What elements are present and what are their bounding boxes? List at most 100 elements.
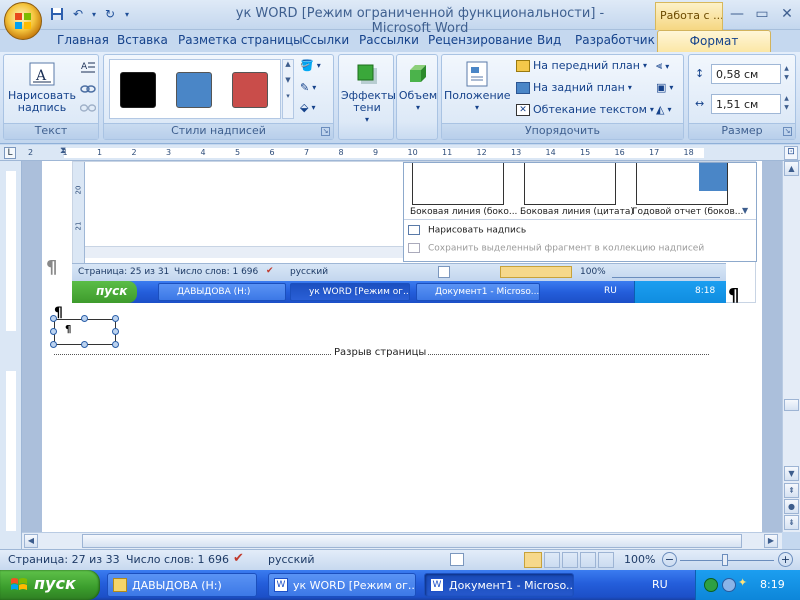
minimize-icon[interactable]: — [725, 3, 749, 25]
scroll-up-icon[interactable]: ▲ [784, 161, 799, 176]
tray-icon-3[interactable]: ✦ [738, 576, 747, 589]
tab-review[interactable]: Рецензирование [428, 33, 533, 52]
horizontal-scrollbar[interactable]: ◀ ▶ [22, 532, 782, 549]
width-field[interactable]: 1,51 см [711, 94, 781, 114]
tray-icon-1[interactable] [704, 578, 718, 592]
resize-handle[interactable] [81, 341, 88, 348]
horizontal-ruler[interactable]: L ⧗ ⊡ 2 1 1 2 3 4 5 6 7 8 9 10 11 12 13 14 15 16 17 18 [0, 145, 800, 161]
vertical-ruler[interactable] [0, 161, 22, 549]
style-swatch-black[interactable] [120, 72, 156, 108]
scroll-right-icon[interactable]: ▶ [764, 534, 778, 548]
chevron-down-icon[interactable]: ▾ [90, 5, 98, 23]
align-icon[interactable]: ⫷ ▾ [656, 59, 669, 73]
tray-icon-2[interactable] [722, 578, 736, 592]
text-wrapping-button[interactable]: ✕ Обтекание текстом ▾ [516, 103, 654, 116]
style-swatch-red[interactable] [232, 72, 268, 108]
browse-object-icon[interactable]: ● [784, 499, 799, 514]
status-page[interactable]: Страница: 27 из 33 [8, 553, 120, 566]
style-swatch-blue[interactable] [176, 72, 212, 108]
tab-view[interactable]: Вид [537, 33, 561, 52]
tab-page-layout[interactable]: Разметка страницы [178, 33, 303, 52]
width-spinner[interactable]: ▲ ▼ [781, 94, 792, 114]
group-icon[interactable]: ▣ ▾ [656, 81, 673, 94]
resize-handle[interactable] [50, 328, 57, 335]
language-indicator[interactable]: RU [652, 578, 668, 591]
bring-to-front-button[interactable]: На передний план ▾ [516, 59, 647, 72]
inner-task-item: Документ1 - Microso... [416, 283, 540, 301]
clock[interactable]: 8:19 [760, 578, 785, 591]
send-to-back-button[interactable]: На задний план ▾ [516, 81, 632, 94]
redo-icon[interactable]: ↻ [101, 5, 119, 23]
shape-outline-button[interactable]: ✎ ▾ [300, 81, 316, 94]
size-dialog-launcher-icon[interactable]: ↘ [783, 127, 792, 136]
task-word-uk[interactable]: W ук WORD [Режим ог... [268, 573, 416, 597]
tab-developer[interactable]: Разработчик [575, 33, 655, 52]
outline-icon[interactable] [580, 552, 596, 568]
close-icon[interactable]: ✕ [775, 3, 799, 25]
change-shape-button[interactable]: ⬙ ▾ [300, 101, 315, 114]
status-language[interactable]: русский [268, 553, 315, 566]
shadow-effects-button[interactable]: Эффекты тени ▾ [339, 61, 396, 126]
task-davydova[interactable]: ДАВЫДОВА (H:) [107, 573, 257, 597]
undo-icon[interactable]: ↶ [69, 5, 87, 23]
resize-handle[interactable] [112, 315, 119, 322]
zoom-in-icon[interactable]: + [778, 552, 793, 567]
next-page-icon[interactable]: ⇟ [784, 515, 799, 530]
spellcheck-icon: ✔ [266, 266, 274, 276]
resize-handle[interactable] [112, 341, 119, 348]
scroll-left-icon[interactable]: ◀ [24, 534, 38, 548]
zoom-out-icon[interactable]: − [662, 552, 677, 567]
arrange-group-label: Упорядочить [442, 123, 683, 139]
maximize-icon[interactable]: ▭ [750, 3, 774, 25]
resize-handle[interactable] [50, 341, 57, 348]
ruler-tick-label: 5 [235, 148, 241, 157]
ruler-tick-label: 4 [200, 148, 206, 157]
save-icon[interactable] [48, 5, 66, 23]
height-spinner[interactable]: ▲ ▼ [781, 64, 792, 84]
rotate-icon[interactable]: ◭ ▾ [656, 103, 671, 116]
ruler-tick-label: 16 [614, 148, 625, 157]
office-button[interactable] [4, 2, 42, 40]
macro-record-icon[interactable] [450, 553, 464, 566]
status-words[interactable]: Число слов: 1 696 [126, 553, 229, 566]
full-screen-reading-icon[interactable] [544, 552, 560, 568]
vertical-scrollbar[interactable]: ▲ ▼ ⇞ ● ⇟ [782, 161, 800, 532]
hscroll-thumb[interactable] [82, 534, 742, 548]
prev-page-icon[interactable]: ⇞ [784, 483, 799, 498]
start-button[interactable]: пуск [0, 570, 100, 600]
document-page[interactable]: 20 21 Боковая линия (боко... Боковая лин… [42, 161, 762, 532]
web-layout-icon[interactable] [562, 552, 578, 568]
print-layout-icon[interactable] [524, 552, 542, 568]
styles-dialog-launcher-icon[interactable]: ↘ [321, 127, 330, 136]
tab-references[interactable]: Ссылки [302, 33, 349, 52]
tab-home[interactable]: Главная [57, 33, 109, 52]
3d-effects-button[interactable]: Объем ▾ [397, 61, 439, 114]
shape-fill-button[interactable]: 🪣 ▾ [300, 59, 321, 72]
text-direction-icon[interactable]: A [80, 59, 96, 78]
task-document1[interactable]: W Документ1 - Microso... [424, 573, 574, 597]
zoom-slider-thumb[interactable] [722, 554, 728, 566]
resize-handle[interactable] [112, 328, 119, 335]
scroll-down-icon[interactable]: ▼ [784, 466, 799, 481]
position-button[interactable]: Положение ▾ [444, 61, 511, 114]
scroll-thumb[interactable] [784, 399, 799, 411]
tab-format[interactable]: Формат [657, 30, 771, 52]
spellcheck-icon[interactable]: ✔ [233, 551, 244, 566]
tab-insert[interactable]: Вставка [117, 33, 168, 52]
inner-status-zoom: 100% [580, 267, 606, 277]
link-icon[interactable] [80, 83, 96, 98]
tab-mailings[interactable]: Рассылки [359, 33, 419, 52]
zoom-level[interactable]: 100% [624, 553, 655, 566]
customize-qat-icon[interactable]: ▾ [122, 5, 132, 23]
resize-handle[interactable] [81, 315, 88, 322]
height-field[interactable]: 0,58 см [711, 64, 781, 84]
gallery-scroll[interactable]: ▲ ▼ ▾ [282, 59, 294, 119]
tab-selector[interactable]: L [4, 147, 16, 159]
view-ruler-icon[interactable]: ⊡ [784, 146, 798, 160]
ruler-tick-label: 12 [476, 148, 487, 157]
wrap-text-icon: ✕ [516, 103, 530, 116]
draw-textbox-button[interactable]: A Нарисовать надпись [6, 61, 78, 114]
draft-icon[interactable] [598, 552, 614, 568]
resize-handle[interactable] [50, 315, 57, 322]
ruler-tick-label: 14 [545, 148, 556, 157]
